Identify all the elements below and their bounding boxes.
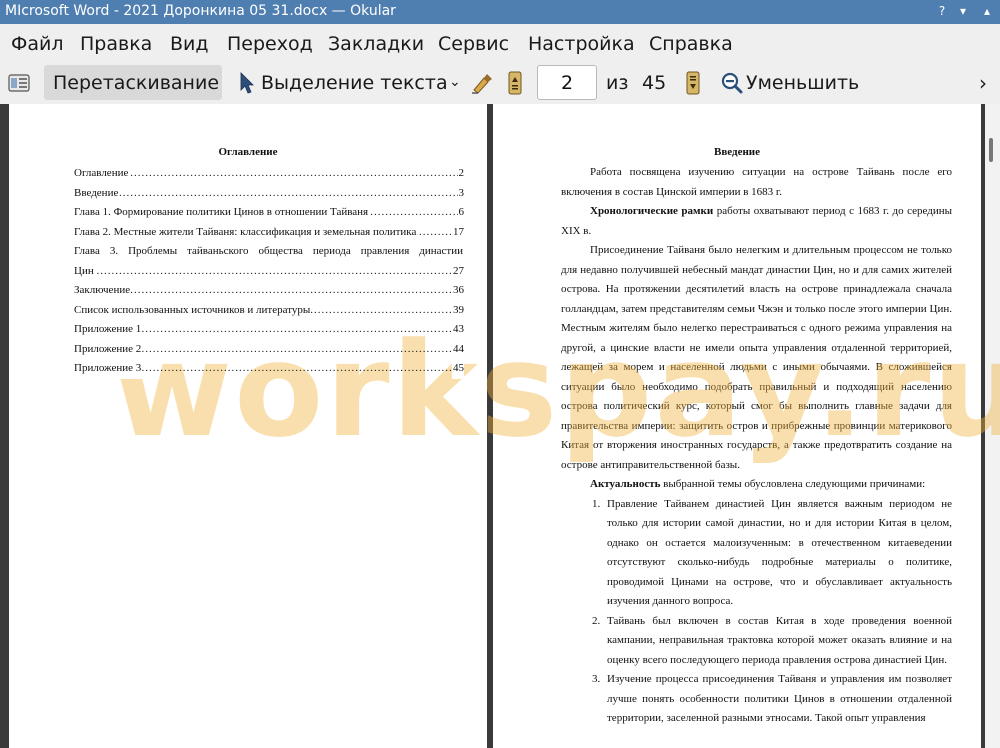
document-page-2: Введение Работа посвящена изучению ситуа… — [493, 104, 981, 748]
toc-entry[interactable]: Заключение..............................… — [74, 281, 464, 301]
toc-entry[interactable]: Приложение 1............................… — [74, 320, 464, 340]
list-item: Тайвань был включен в состав Китая в ход… — [603, 612, 952, 671]
toolbar: Перетаскивание Выделение текста ⌄ из 45 — [0, 62, 1000, 104]
toc-entry[interactable]: Приложение 3............................… — [74, 359, 464, 379]
paragraph: Работа посвящена изучению ситуации на ос… — [561, 166, 952, 198]
toolbar-overflow-button[interactable]: › — [979, 71, 987, 95]
menu-file[interactable]: Файл — [11, 33, 64, 55]
total-pages: 45 — [642, 72, 667, 94]
toc-entry[interactable]: Глава 2. Местные жители Тайваня: классиф… — [74, 222, 464, 242]
maximize-button[interactable]: ▴ — [978, 2, 996, 20]
document-view[interactable]: Оглавление Оглавление...................… — [0, 104, 1000, 748]
menu-edit[interactable]: Правка — [80, 33, 152, 55]
menu-view[interactable]: Вид — [170, 33, 209, 55]
toc-entry[interactable]: Список использованных источников и литер… — [74, 300, 464, 320]
menu-help[interactable]: Справка — [649, 33, 733, 55]
drag-mode-label: Перетаскивание — [53, 72, 220, 94]
minimize-button[interactable]: ▾ — [954, 2, 972, 20]
toc-entry[interactable]: Глава 3. Проблемы тайваньского общества … — [74, 242, 464, 262]
toc-entry[interactable]: Глава 1. Формирование политики Цинов в о… — [74, 203, 464, 223]
toc-entry[interactable]: Цин.....................................… — [74, 261, 464, 281]
reasons-list: Правление Тайванем династией Цин являетс… — [561, 495, 952, 729]
vertical-scrollbar[interactable] — [985, 104, 1000, 748]
list-item: Изучение процесса присоединения Тайваня … — [603, 670, 952, 729]
toc-title: Оглавление — [218, 146, 278, 158]
window-title: MIcrosoft Word - 2021 Доронкина 05 31.do… — [5, 3, 396, 19]
paragraph: Присоединение Тайваня было нелегким и дл… — [561, 244, 952, 471]
document-page-1: Оглавление Оглавление...................… — [9, 104, 487, 748]
menu-settings[interactable]: Настройка — [528, 33, 635, 55]
sidebar-toggle-icon[interactable] — [8, 73, 30, 98]
section-title: Введение — [713, 146, 761, 158]
menu-go[interactable]: Переход — [227, 33, 313, 55]
menu-bar: Файл Правка Вид Переход Закладки Сервис … — [0, 24, 1000, 62]
zoom-out-icon[interactable] — [721, 72, 743, 99]
page-number-input[interactable] — [537, 65, 597, 100]
paragraph: Хронологические рамки работы охватывают … — [561, 205, 952, 237]
zoom-out-button[interactable]: Уменьшить — [746, 72, 859, 94]
help-button[interactable]: ? — [933, 2, 951, 20]
table-of-contents: Оглавление..............................… — [74, 164, 464, 379]
page-next-icon[interactable] — [685, 71, 701, 100]
text-selection-button[interactable]: Выделение текста — [261, 72, 448, 94]
toc-entry[interactable]: Введение................................… — [74, 183, 464, 203]
toc-entry[interactable]: Оглавление..............................… — [74, 164, 464, 184]
highlighter-icon[interactable] — [470, 72, 494, 99]
menu-tools[interactable]: Сервис — [438, 33, 509, 55]
toc-entry[interactable]: Приложение 2............................… — [74, 339, 464, 359]
page-of-label: из — [606, 72, 629, 94]
scrollbar-thumb[interactable] — [989, 138, 993, 162]
drag-mode-button[interactable]: Перетаскивание — [44, 65, 222, 100]
paragraph: Актуальность выбранной темы обусловлена … — [590, 478, 926, 490]
title-bar: MIcrosoft Word - 2021 Доронкина 05 31.do… — [0, 0, 1000, 24]
page-body: Работа посвящена изучению ситуации на ос… — [561, 163, 952, 729]
list-item: Правление Тайванем династией Цин являетс… — [603, 495, 952, 612]
menu-bookmarks[interactable]: Закладки — [328, 33, 424, 55]
chevron-down-icon[interactable]: ⌄ — [449, 74, 461, 90]
cursor-arrow-icon — [239, 72, 255, 99]
page-previous-icon[interactable] — [507, 71, 523, 100]
